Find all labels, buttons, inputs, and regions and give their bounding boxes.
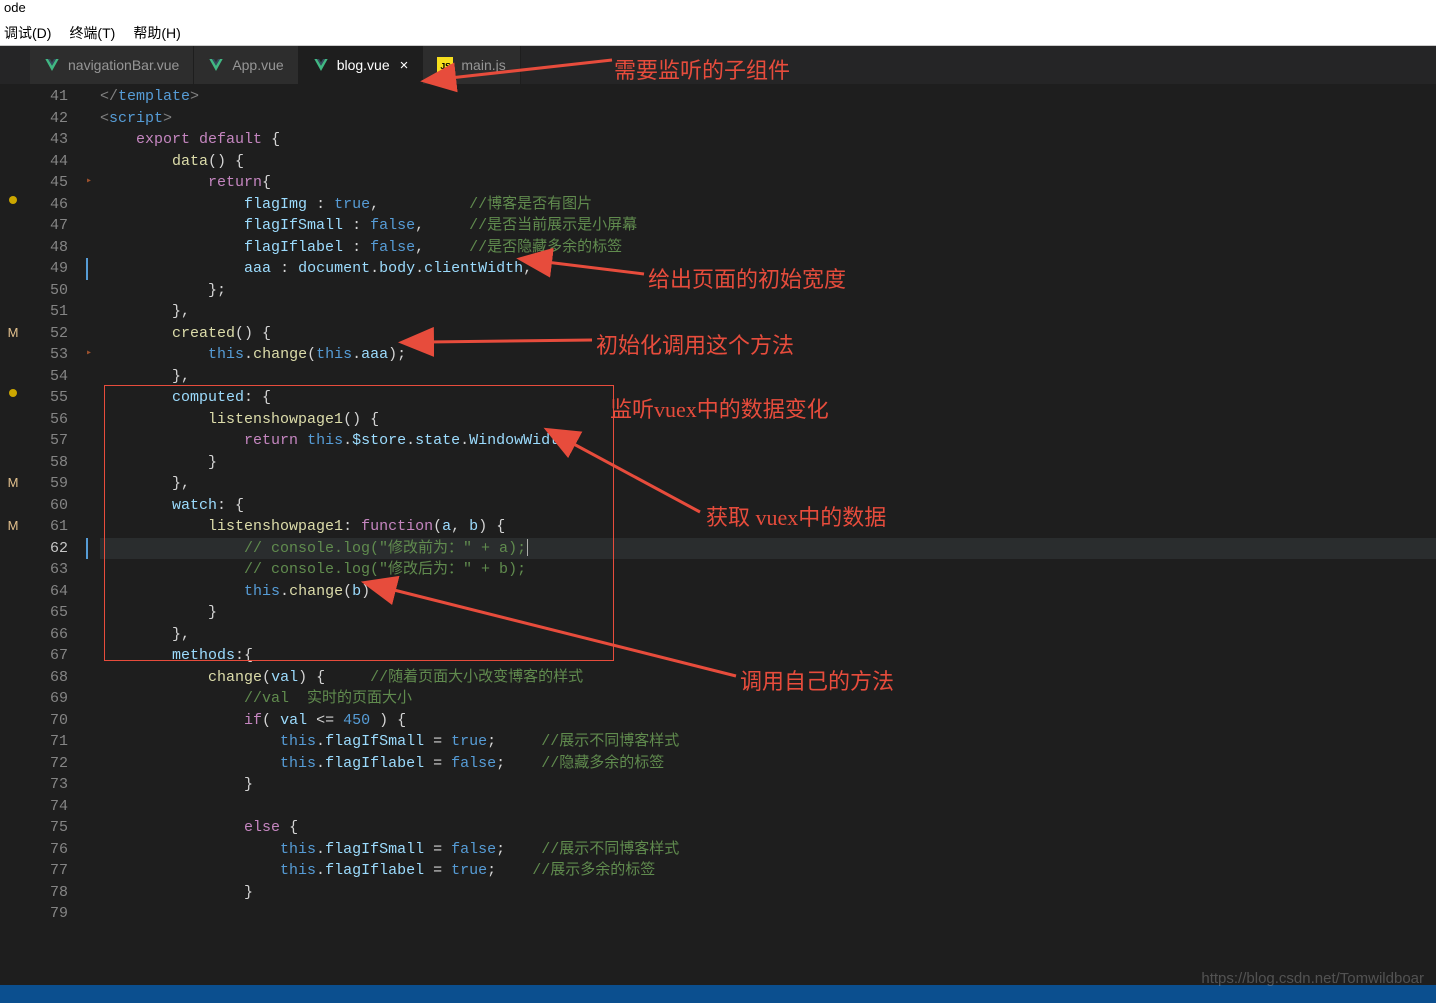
code-line-56[interactable]: listenshowpage1() { <box>100 409 1436 431</box>
git-modified-icon: M <box>0 518 26 540</box>
code-line-66[interactable]: }, <box>100 624 1436 646</box>
code-line-49[interactable]: aaa : document.body.clientWidth, <box>100 258 1436 280</box>
close-icon[interactable]: × <box>400 57 409 74</box>
code-line-47[interactable]: flagIfSmall : false, //是否当前展示是小屏幕 <box>100 215 1436 237</box>
code-line-71[interactable]: this.flagIfSmall = true; //展示不同博客样式 <box>100 731 1436 753</box>
code-line-41[interactable]: </template> <box>100 86 1436 108</box>
menu-bar: 调试(D) 终端(T) 帮助(H) <box>0 20 1436 46</box>
code-line-51[interactable]: }, <box>100 301 1436 323</box>
tab-label: App.vue <box>232 57 283 73</box>
code-line-75[interactable]: else { <box>100 817 1436 839</box>
app-title: ode <box>4 0 26 15</box>
vue-icon <box>313 57 329 73</box>
tab-label: blog.vue <box>337 57 390 73</box>
code-line-48[interactable]: flagIflabel : false, //是否隐藏多余的标签 <box>100 237 1436 259</box>
code-line-64[interactable]: this.change(b) <box>100 581 1436 603</box>
tab-label: main.js <box>461 57 505 73</box>
gutter-marks: MMM <box>0 84 26 985</box>
line-numbers: 4142434445464748495051525354555657585960… <box>26 84 86 985</box>
line-highlight-bar <box>86 258 88 280</box>
code-line-57[interactable]: return this.$store.state.WindowWidth; <box>100 430 1436 452</box>
code-line-53[interactable]: this.change(this.aaa); <box>100 344 1436 366</box>
code-line-43[interactable]: export default { <box>100 129 1436 151</box>
code-line-44[interactable]: data() { <box>100 151 1436 173</box>
git-modified-icon: M <box>0 325 26 347</box>
git-modified-icon: M <box>0 475 26 497</box>
editor-area: MMM 414243444546474849505152535455565758… <box>0 84 1436 985</box>
code-line-46[interactable]: flagImg : true, //博客是否有图片 <box>100 194 1436 216</box>
tab-App-vue[interactable]: App.vue <box>194 46 298 84</box>
modified-dot-icon <box>9 196 17 204</box>
menu-help[interactable]: 帮助(H) <box>133 23 180 43</box>
code-line-69[interactable]: //val 实时的页面大小 <box>100 688 1436 710</box>
menu-debug[interactable]: 调试(D) <box>4 23 51 43</box>
code-line-63[interactable]: // console.log("修改后为：" + b); <box>100 559 1436 581</box>
code-line-42[interactable]: <script> <box>100 108 1436 130</box>
tab-bar: navigationBar.vue App.vue blog.vue × JS main.… <box>0 46 1436 84</box>
code-line-62[interactable]: // console.log("修改前为：" + a); <box>100 538 1436 560</box>
code-line-76[interactable]: this.flagIfSmall = false; //展示不同博客样式 <box>100 839 1436 861</box>
code-line-67[interactable]: methods:{ <box>100 645 1436 667</box>
vue-icon <box>208 57 224 73</box>
code-line-55[interactable]: computed: { <box>100 387 1436 409</box>
title-bar: ode <box>0 0 1436 20</box>
code-line-73[interactable]: } <box>100 774 1436 796</box>
tab-label: navigationBar.vue <box>68 57 179 73</box>
status-bar <box>0 985 1436 1003</box>
code-line-77[interactable]: this.flagIflabel = true; //展示多余的标签 <box>100 860 1436 882</box>
svg-text:JS: JS <box>441 61 452 71</box>
js-icon: JS <box>437 57 453 73</box>
code-editor[interactable]: </template><script> export default { dat… <box>100 84 1436 985</box>
fold-chevron-icon[interactable]: ▸ <box>86 175 92 187</box>
modified-dot-icon <box>9 389 17 397</box>
code-line-65[interactable]: } <box>100 602 1436 624</box>
code-line-54[interactable]: }, <box>100 366 1436 388</box>
code-line-50[interactable]: }; <box>100 280 1436 302</box>
tab-navigationBar-vue[interactable]: navigationBar.vue <box>30 46 194 84</box>
tab-main-js[interactable]: JS main.js <box>423 46 520 84</box>
code-line-52[interactable]: created() { <box>100 323 1436 345</box>
code-line-74[interactable] <box>100 796 1436 818</box>
code-line-79[interactable] <box>100 903 1436 925</box>
code-line-45[interactable]: return{ <box>100 172 1436 194</box>
code-line-60[interactable]: watch: { <box>100 495 1436 517</box>
menu-terminal[interactable]: 终端(T) <box>69 23 115 43</box>
fold-column: ▸▸ <box>86 84 100 985</box>
code-line-68[interactable]: change(val) { //随着页面大小改变博客的样式 <box>100 667 1436 689</box>
code-line-58[interactable]: } <box>100 452 1436 474</box>
code-line-61[interactable]: listenshowpage1: function(a, b) { <box>100 516 1436 538</box>
code-line-78[interactable]: } <box>100 882 1436 904</box>
code-line-72[interactable]: this.flagIflabel = false; //隐藏多余的标签 <box>100 753 1436 775</box>
code-line-70[interactable]: if( val <= 450 ) { <box>100 710 1436 732</box>
tab-blog-vue[interactable]: blog.vue × <box>299 46 424 84</box>
vue-icon <box>44 57 60 73</box>
line-highlight-bar <box>86 538 88 560</box>
code-line-59[interactable]: }, <box>100 473 1436 495</box>
watermark: https://blog.csdn.net/Tomwildboar <box>1201 970 1424 987</box>
fold-chevron-icon[interactable]: ▸ <box>86 347 92 359</box>
